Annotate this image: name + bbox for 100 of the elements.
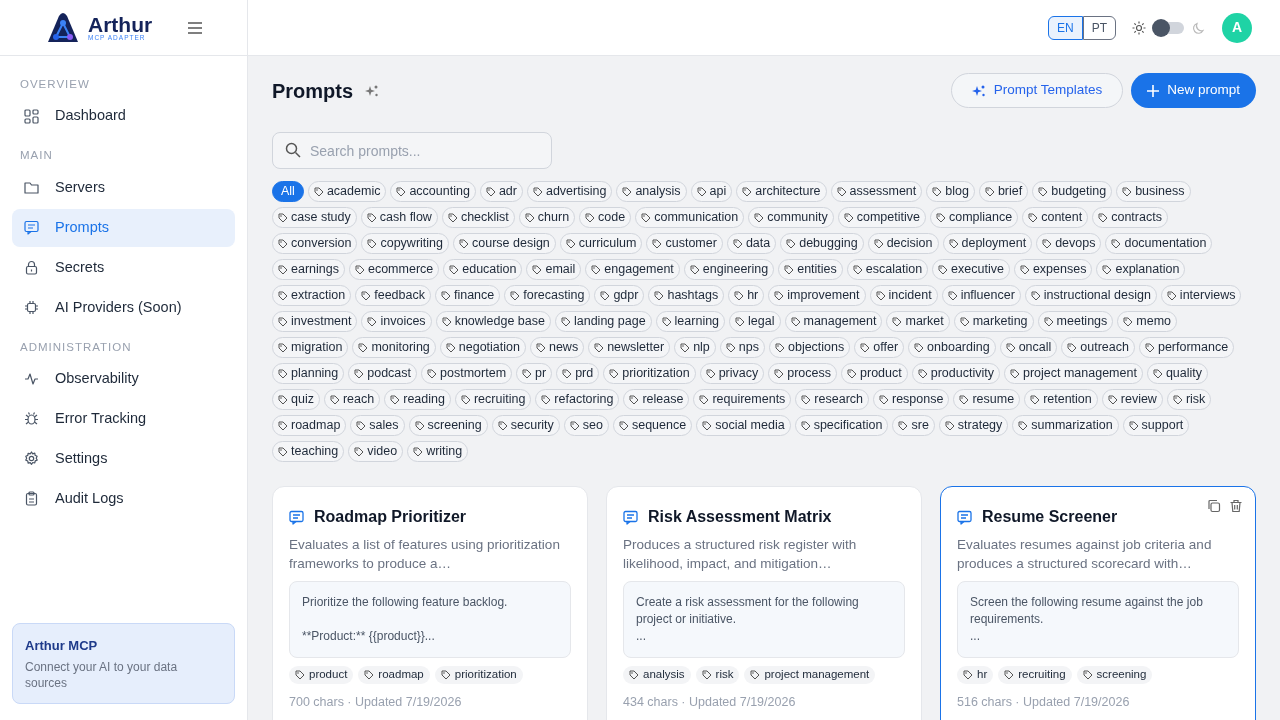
tag-filter[interactable]: advertising [526, 181, 613, 202]
tag-filter[interactable]: product [841, 363, 908, 384]
tag-filter[interactable]: review [1101, 389, 1163, 410]
tag-filter[interactable]: meetings [1037, 311, 1114, 332]
tag-filter[interactable]: recruiting [454, 389, 532, 410]
tag-filter[interactable]: code [579, 207, 632, 228]
tag-filter[interactable]: refactoring [535, 389, 620, 410]
sidebar-item[interactable]: Servers [12, 168, 235, 207]
tag-filter[interactable]: forecasting [504, 285, 591, 306]
tag-filter[interactable]: deployment [942, 233, 1033, 254]
tag-filter[interactable]: sequence [612, 415, 693, 436]
tag-filter[interactable]: postmortem [421, 363, 513, 384]
tag-filter[interactable]: communication [635, 207, 745, 228]
tag-filter[interactable]: content [1022, 207, 1089, 228]
tag-filter[interactable]: invoices [361, 311, 432, 332]
tag-filter[interactable]: onboarding [908, 337, 996, 358]
tag-filter[interactable]: blog [926, 181, 975, 202]
tag-filter[interactable]: community [748, 207, 834, 228]
tag-filter[interactable]: brief [978, 181, 1029, 202]
tag-filter[interactable]: compliance [929, 207, 1019, 228]
tag-filter[interactable]: api [690, 181, 733, 202]
tag-filter[interactable]: documentation [1105, 233, 1213, 254]
tag-filter[interactable]: decision [867, 233, 939, 254]
tag-filter[interactable]: finance [434, 285, 501, 306]
tag-filter[interactable]: social media [696, 415, 791, 436]
tag-filter[interactable]: learning [655, 311, 726, 332]
prompt-card[interactable] [940, 486, 1256, 720]
tag-filter[interactable]: investment [272, 311, 358, 332]
tag-filter[interactable]: improvement [768, 285, 866, 306]
tag-filter[interactable]: influencer [941, 285, 1021, 306]
tag-filter[interactable]: engineering [683, 259, 775, 280]
tag-filter[interactable]: seo [563, 415, 609, 436]
tag-filter[interactable]: escalation [846, 259, 929, 280]
tag-filter[interactable]: retention [1024, 389, 1098, 410]
tag-filter[interactable]: conversion [272, 233, 358, 254]
tag-filter[interactable]: gdpr [594, 285, 645, 306]
tag-filter[interactable]: planning [272, 363, 345, 384]
new-prompt-button[interactable]: New prompt [1131, 73, 1256, 108]
tag-filter[interactable]: oncall [999, 337, 1058, 358]
tag-filter[interactable]: hr [728, 285, 765, 306]
tag-filter[interactable]: All [272, 181, 304, 202]
tag-filter[interactable]: research [795, 389, 869, 410]
tag-filter[interactable]: sales [350, 415, 405, 436]
prompt-templates-button[interactable]: Prompt Templates [950, 73, 1124, 108]
trash-icon[interactable] [1229, 499, 1243, 513]
copy-icon[interactable] [1207, 499, 1221, 513]
tag-filter[interactable]: quiz [272, 389, 320, 410]
tag-filter[interactable]: data [726, 233, 777, 254]
sidebar-item[interactable]: Prompts [12, 208, 235, 247]
tag-filter[interactable]: video [348, 441, 404, 462]
tag-filter[interactable]: teaching [272, 441, 345, 462]
tag-filter[interactable]: extraction [272, 285, 352, 306]
tag-filter[interactable]: architecture [736, 181, 827, 202]
tag-filter[interactable]: curriculum [559, 233, 643, 254]
tag-filter[interactable]: budgeting [1032, 181, 1113, 202]
tag-filter[interactable]: memo [1117, 311, 1178, 332]
tag-filter[interactable]: feedback [355, 285, 431, 306]
tag-filter[interactable]: market [886, 311, 950, 332]
tag-filter[interactable]: productivity [911, 363, 1000, 384]
tag-filter[interactable]: engagement [585, 259, 680, 280]
tag-filter[interactable]: security [491, 415, 560, 436]
tag-filter[interactable]: negotiation [439, 337, 526, 358]
sidebar-item[interactable]: AI Providers (Soon) [12, 288, 235, 327]
tag-filter[interactable]: podcast [348, 363, 418, 384]
tag-filter[interactable]: resume [953, 389, 1021, 410]
tag-filter[interactable]: checklist [441, 207, 515, 228]
tag-filter[interactable]: expenses [1013, 259, 1093, 280]
tag-filter[interactable]: risk [1166, 389, 1212, 410]
tag-filter[interactable]: prioritization [603, 363, 696, 384]
tag-filter[interactable]: support [1122, 415, 1190, 436]
tag-filter[interactable]: churn [518, 207, 576, 228]
tag-filter[interactable]: reach [323, 389, 381, 410]
tag-filter[interactable]: performance [1138, 337, 1235, 358]
tag-filter[interactable]: competitive [837, 207, 926, 228]
tag-filter[interactable]: release [623, 389, 690, 410]
tag-filter[interactable]: knowledge base [435, 311, 551, 332]
tag-filter[interactable]: marketing [953, 311, 1034, 332]
tag-filter[interactable]: copywriting [361, 233, 449, 254]
sidebar-item[interactable]: Error Tracking [12, 399, 235, 438]
tag-filter[interactable]: hashtags [648, 285, 725, 306]
tag-filter[interactable]: email [526, 259, 582, 280]
tag-filter[interactable]: academic [307, 181, 387, 202]
tag-filter[interactable]: entities [778, 259, 843, 280]
tag-filter[interactable]: screening [408, 415, 488, 436]
tag-filter[interactable]: newsletter [588, 337, 671, 358]
tag-filter[interactable]: nps [719, 337, 765, 358]
tag-filter[interactable]: response [873, 389, 950, 410]
tag-filter[interactable]: case study [272, 207, 357, 228]
tag-filter[interactable]: quality [1146, 363, 1209, 384]
sidebar-item[interactable]: Secrets [12, 248, 235, 287]
tag-filter[interactable]: landing page [555, 311, 652, 332]
tag-filter[interactable]: management [784, 311, 883, 332]
tag-filter[interactable]: business [1116, 181, 1191, 202]
tag-filter[interactable]: specification [794, 415, 889, 436]
tag-filter[interactable]: contracts [1092, 207, 1168, 228]
tag-filter[interactable]: prd [556, 363, 600, 384]
tag-filter[interactable]: monitoring [352, 337, 436, 358]
tag-filter[interactable]: roadmap [272, 415, 347, 436]
tag-filter[interactable]: requirements [693, 389, 792, 410]
tag-filter[interactable]: earnings [272, 259, 345, 280]
